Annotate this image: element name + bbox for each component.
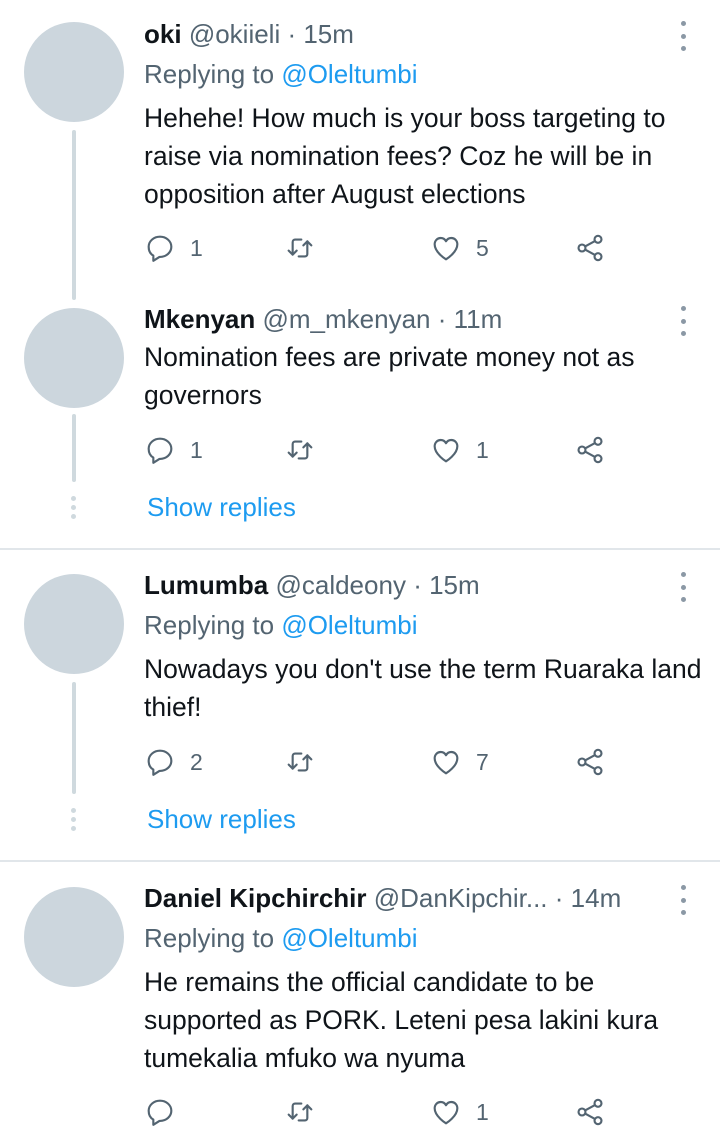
replying-prefix: Replying to bbox=[144, 59, 282, 89]
action-bar: 1 5 bbox=[144, 228, 624, 268]
timestamp[interactable]: · 15m bbox=[287, 19, 353, 49]
action-bar: 2 7 bbox=[144, 742, 624, 782]
avatar[interactable] bbox=[24, 887, 124, 987]
tweet-header: Lumumba @caldeony · 15m bbox=[144, 568, 660, 602]
more-vertical-icon[interactable] bbox=[676, 21, 690, 51]
avatar[interactable] bbox=[24, 22, 124, 122]
replying-to-mention[interactable]: @Oleltumbi bbox=[281, 923, 417, 953]
like-button[interactable]: 1 bbox=[430, 1092, 489, 1132]
heart-icon bbox=[433, 1100, 459, 1125]
replying-to: Replying to @Oleltumbi bbox=[144, 57, 418, 91]
thread-line bbox=[72, 682, 76, 794]
reply-button[interactable]: 1 bbox=[144, 430, 203, 470]
reply-button[interactable]: 1 bbox=[144, 228, 203, 268]
thread-continuation-dots bbox=[71, 496, 77, 523]
author-name[interactable]: Daniel Kipchirchir bbox=[144, 883, 367, 913]
show-replies-link[interactable]: Show replies bbox=[147, 490, 296, 524]
thread-line bbox=[72, 130, 76, 300]
author-name[interactable]: Lumumba bbox=[144, 570, 268, 600]
reply-icon bbox=[147, 749, 173, 776]
tweet-header: Daniel Kipchirchir @DanKipchir... · 14m bbox=[144, 881, 660, 915]
more-vertical-icon[interactable] bbox=[676, 306, 690, 336]
retweet-button[interactable] bbox=[284, 430, 330, 470]
retweet-icon bbox=[287, 752, 313, 772]
heart-icon bbox=[433, 438, 459, 463]
like-count: 5 bbox=[476, 234, 489, 261]
tweet-header: Mkenyan @m_mkenyan · 11m bbox=[144, 302, 660, 336]
tweet-header: oki @okiieli · 15m bbox=[144, 17, 660, 51]
retweet-icon bbox=[287, 1102, 313, 1122]
replying-to: Replying to @Oleltumbi bbox=[144, 608, 418, 642]
like-count: 7 bbox=[476, 748, 489, 775]
author-name[interactable]: oki bbox=[144, 19, 182, 49]
retweet-button[interactable] bbox=[284, 228, 330, 268]
heart-icon bbox=[433, 750, 459, 775]
more-vertical-icon[interactable] bbox=[676, 885, 690, 915]
share-icon bbox=[577, 436, 603, 464]
divider bbox=[0, 548, 720, 550]
like-count: 1 bbox=[476, 1098, 489, 1125]
author-handle[interactable]: @m_mkenyan bbox=[263, 304, 431, 334]
author-handle[interactable]: @okiieli bbox=[189, 19, 280, 49]
share-button[interactable] bbox=[574, 742, 606, 782]
replying-to-mention[interactable]: @Oleltumbi bbox=[281, 610, 417, 640]
replying-prefix: Replying to bbox=[144, 923, 282, 953]
retweet-icon bbox=[287, 440, 313, 460]
tweet-text: He remains the official candidate to be … bbox=[144, 967, 659, 1073]
action-bar: 1 1 bbox=[144, 430, 624, 470]
tweet-text: Nowadays you don't use the term Ruaraka … bbox=[144, 654, 702, 722]
replying-to-mention[interactable]: @Oleltumbi bbox=[281, 59, 417, 89]
avatar[interactable] bbox=[24, 574, 124, 674]
timestamp[interactable]: · 11m bbox=[438, 304, 503, 334]
like-button[interactable]: 5 bbox=[430, 228, 489, 268]
heart-icon bbox=[433, 236, 459, 261]
show-replies-link[interactable]: Show replies bbox=[147, 802, 296, 836]
author-handle[interactable]: @caldeony bbox=[275, 570, 405, 600]
divider bbox=[0, 860, 720, 862]
author-name[interactable]: Mkenyan bbox=[144, 304, 255, 334]
like-button[interactable]: 7 bbox=[430, 742, 489, 782]
share-button[interactable] bbox=[574, 1092, 606, 1132]
reply-icon bbox=[147, 1099, 173, 1126]
more-vertical-icon[interactable] bbox=[676, 572, 690, 602]
timestamp[interactable]: · 14m bbox=[555, 883, 621, 913]
retweet-button[interactable] bbox=[284, 742, 330, 782]
retweet-button[interactable] bbox=[284, 1092, 330, 1132]
tweet-text: Nomination fees are private money not as… bbox=[144, 342, 635, 410]
reply-count: 1 bbox=[190, 436, 203, 463]
share-button[interactable] bbox=[574, 430, 606, 470]
share-button[interactable] bbox=[574, 228, 606, 268]
replying-prefix: Replying to bbox=[144, 610, 282, 640]
thread-line bbox=[72, 414, 76, 482]
share-icon bbox=[577, 1098, 603, 1126]
share-icon bbox=[577, 748, 603, 776]
author-handle[interactable]: @DanKipchir... bbox=[374, 883, 548, 913]
avatar[interactable] bbox=[24, 308, 124, 408]
reply-count: 2 bbox=[190, 748, 203, 775]
reply-icon bbox=[147, 437, 173, 464]
reply-button[interactable] bbox=[144, 1092, 190, 1132]
reply-count: 1 bbox=[190, 234, 203, 261]
thread-continuation-dots bbox=[71, 808, 77, 835]
share-icon bbox=[577, 234, 603, 262]
tweet-text: Hehehe! How much is your boss targeting … bbox=[144, 103, 666, 209]
replying-to: Replying to @Oleltumbi bbox=[144, 921, 418, 955]
timestamp[interactable]: · 15m bbox=[413, 570, 479, 600]
reply-icon bbox=[147, 235, 173, 262]
retweet-icon bbox=[287, 238, 313, 258]
like-button[interactable]: 1 bbox=[430, 430, 489, 470]
reply-button[interactable]: 2 bbox=[144, 742, 203, 782]
action-bar: 1 bbox=[144, 1092, 624, 1132]
like-count: 1 bbox=[476, 436, 489, 463]
